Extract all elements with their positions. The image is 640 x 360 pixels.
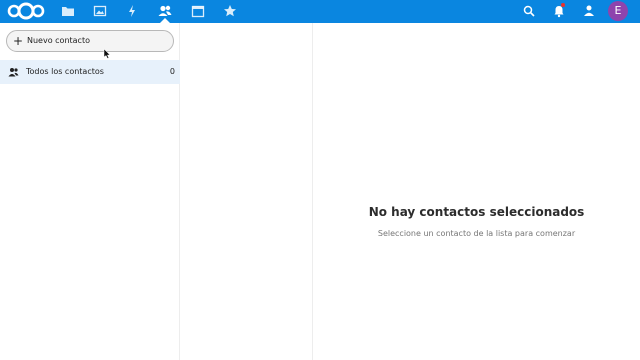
notification-badge — [561, 3, 565, 7]
activity-icon[interactable] — [124, 3, 140, 19]
empty-state-title: No hay contactos seleccionados — [368, 205, 585, 219]
new-contact-button[interactable]: + Nuevo contacto — [6, 30, 174, 52]
empty-state-subtitle: Seleccione un contacto de la lista para … — [377, 229, 576, 238]
favorites-icon[interactable] — [222, 3, 238, 19]
files-icon[interactable] — [60, 3, 76, 19]
contacts-list — [180, 23, 313, 360]
nextcloud-logo[interactable] — [6, 2, 46, 20]
photos-icon[interactable] — [92, 3, 108, 19]
top-header: E — [0, 0, 640, 23]
contacts-menu-icon[interactable] — [581, 3, 597, 19]
sidebar-item-all-contacts[interactable]: Todos los contactos 0 — [0, 60, 180, 84]
calendar-icon[interactable] — [190, 3, 206, 19]
mouse-pointer-icon — [103, 49, 111, 59]
app-navigation: + Nuevo contacto Todos los contactos 0 — [0, 23, 180, 360]
avatar[interactable]: E — [608, 1, 628, 21]
people-icon — [8, 68, 19, 77]
sidebar-item-count: 0 — [169, 67, 175, 76]
contacts-icon[interactable] — [157, 3, 173, 19]
plus-icon: + — [13, 34, 24, 48]
search-icon[interactable] — [521, 3, 537, 19]
sidebar-item-label: Todos los contactos — [26, 67, 104, 76]
new-contact-label: Nuevo contacto — [27, 36, 90, 45]
